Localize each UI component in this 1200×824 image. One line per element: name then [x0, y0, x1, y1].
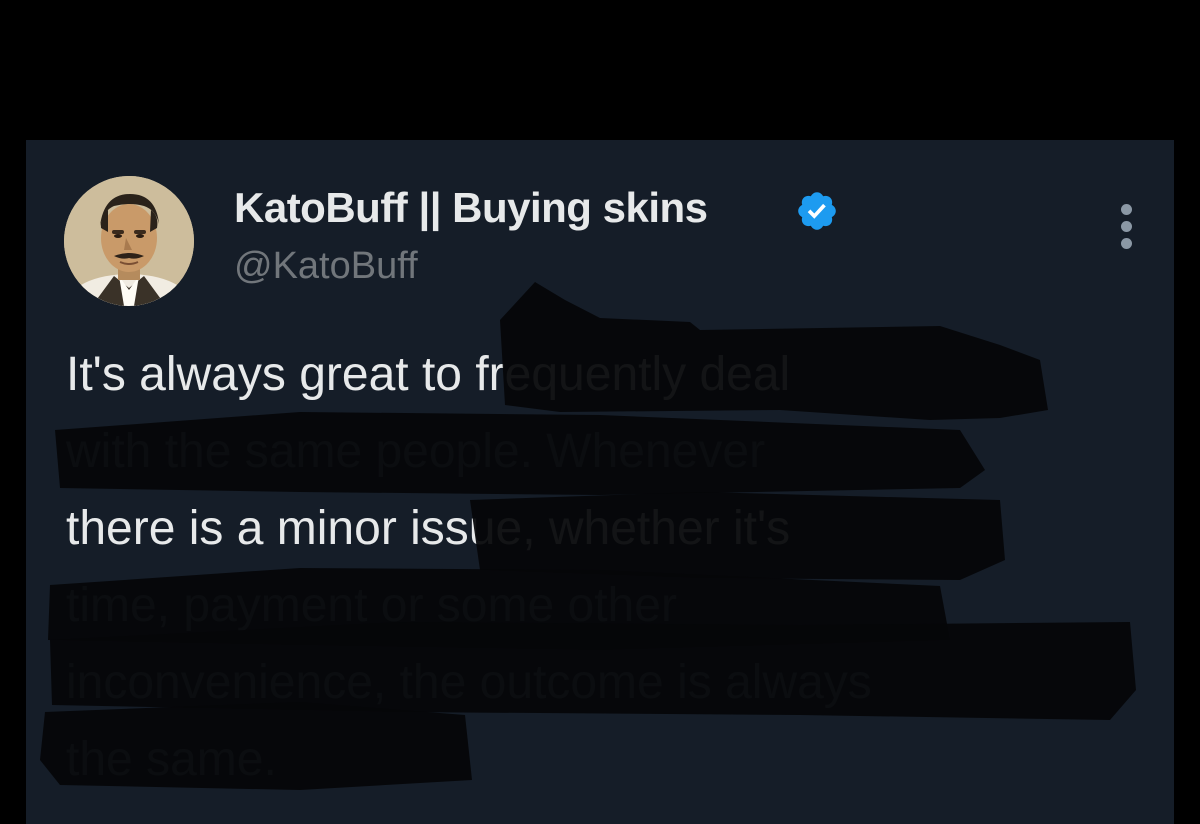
more-dot-icon: [1121, 221, 1132, 232]
verified-badge-icon: [798, 192, 836, 230]
tweet-text-line: the same.: [66, 733, 277, 786]
author-avatar[interactable]: [64, 176, 194, 306]
more-dot-icon: [1121, 238, 1132, 249]
author-display-name[interactable]: KatoBuff || Buying skins: [234, 180, 708, 236]
screenshot-stage: KatoBuff || Buying skins @KatoBuff It's …: [0, 0, 1200, 824]
tweet-text-line: there is a minor issue, whether it's: [66, 502, 791, 555]
tweet-text-line: time, payment or some other: [66, 579, 677, 632]
author-handle[interactable]: @KatoBuff: [234, 240, 418, 292]
tweet-text-line: inconvenience, the outcome is always: [66, 656, 872, 709]
avatar-photo: [64, 176, 194, 306]
tweet-body: It's always great to frequently deal wit…: [66, 336, 1126, 798]
tweet-text-line: with the same people. Whenever: [66, 425, 766, 478]
more-options-button[interactable]: [1110, 200, 1144, 254]
tweet-text-line: It's always great to frequently deal: [66, 348, 791, 401]
more-dot-icon: [1121, 204, 1132, 215]
